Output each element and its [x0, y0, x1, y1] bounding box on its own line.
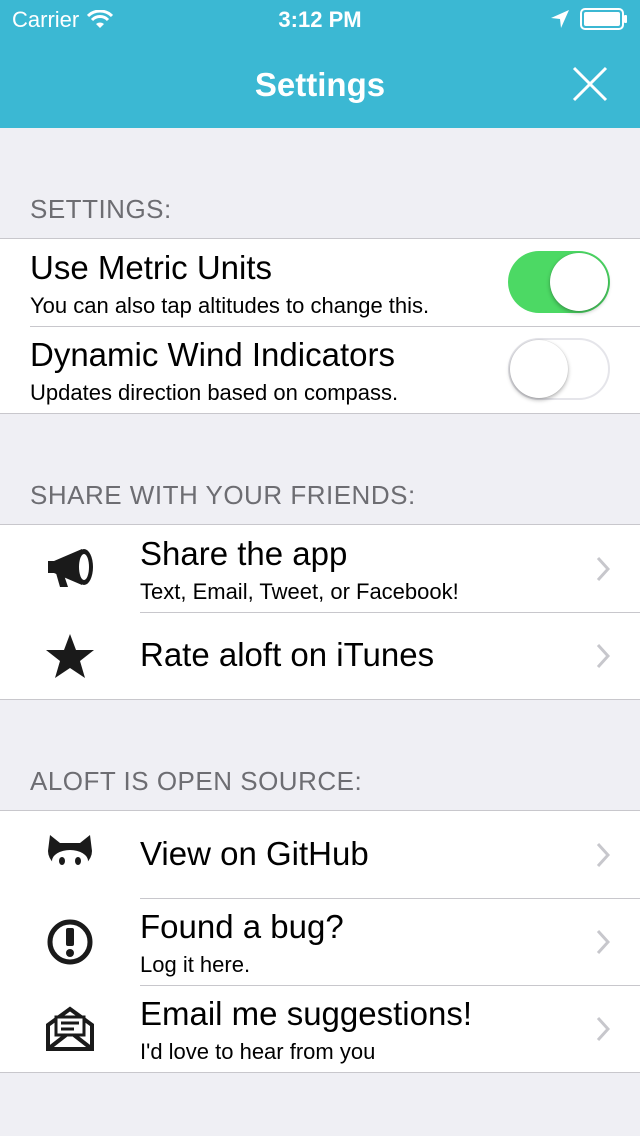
source-section-header: ALOFT IS OPEN SOURCE:	[30, 766, 363, 796]
close-icon[interactable]	[570, 64, 610, 104]
toggle-knob	[550, 253, 608, 311]
email-suggestions-row[interactable]: Email me suggestions! I'd love to hear f…	[0, 985, 640, 1072]
share-app-title: Share the app	[140, 535, 348, 572]
email-suggestions-title: Email me suggestions!	[140, 995, 472, 1032]
chevron-right-icon	[596, 1016, 610, 1042]
view-github-title: View on GitHub	[140, 835, 369, 872]
location-arrow-icon	[551, 10, 569, 28]
status-right	[540, 8, 628, 30]
share-app-subtitle: Text, Email, Tweet, or Facebook!	[140, 579, 459, 604]
status-bar: Carrier 3:12 PM	[0, 0, 640, 40]
found-bug-row[interactable]: Found a bug? Log it here.	[0, 898, 640, 985]
email-suggestions-subtitle: I'd love to hear from you	[140, 1039, 376, 1064]
chevron-right-icon	[596, 929, 610, 955]
alert-icon	[47, 919, 93, 965]
chevron-right-icon	[596, 643, 610, 669]
chevron-right-icon	[596, 842, 610, 868]
share-section-header: SHARE WITH YOUR FRIENDS:	[30, 480, 416, 510]
rate-itunes-title: Rate aloft on iTunes	[140, 636, 435, 673]
star-icon	[46, 634, 94, 678]
found-bug-title: Found a bug?	[140, 908, 344, 945]
github-octocat-icon	[48, 835, 92, 872]
dynamic-wind-subtitle: Updates direction based on compass.	[30, 380, 399, 405]
found-bug-subtitle: Log it here.	[140, 952, 251, 977]
toggle-knob	[510, 340, 568, 398]
metric-units-subtitle: You can also tap altitudes to change thi…	[30, 293, 430, 318]
battery-icon	[580, 8, 627, 30]
share-app-row[interactable]: Share the app Text, Email, Tweet, or Fac…	[0, 525, 640, 612]
dynamic-wind-title: Dynamic Wind Indicators	[30, 336, 395, 373]
megaphone-icon	[48, 549, 93, 587]
view-github-row[interactable]: View on GitHub	[0, 811, 640, 898]
metric-units-row: Use Metric Units You can also tap altitu…	[0, 239, 640, 326]
metric-units-title: Use Metric Units	[30, 249, 273, 286]
source-group: View on GitHub Found a bug? Log it here.…	[0, 810, 640, 1073]
envelope-icon	[46, 1006, 94, 1051]
page-title: Settings	[254, 66, 386, 103]
dynamic-wind-row: Dynamic Wind Indicators Updates directio…	[0, 326, 640, 413]
dynamic-wind-toggle[interactable]	[508, 338, 610, 400]
rate-itunes-row[interactable]: Rate aloft on iTunes	[0, 612, 640, 699]
navigation-bar: Settings	[0, 40, 640, 128]
share-group: Share the app Text, Email, Tweet, or Fac…	[0, 524, 640, 700]
chevron-right-icon	[596, 556, 610, 582]
metric-units-toggle[interactable]	[508, 251, 610, 313]
settings-section-header: SETTINGS:	[30, 194, 172, 224]
settings-group: Use Metric Units You can also tap altitu…	[0, 238, 640, 414]
